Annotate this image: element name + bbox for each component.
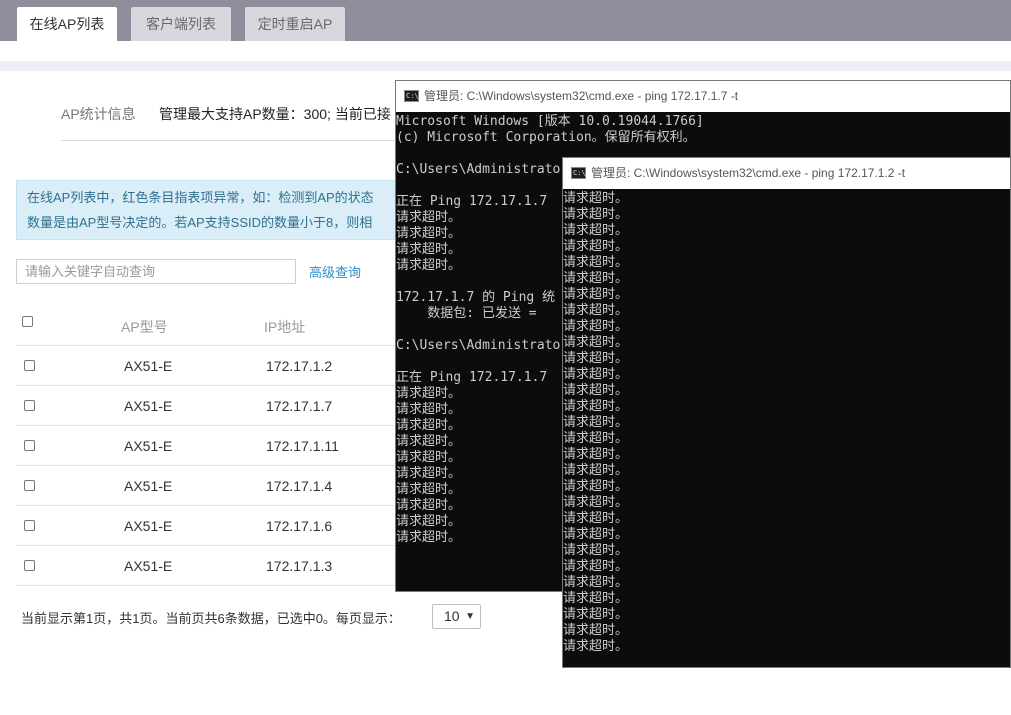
cmd-titlebar[interactable]: C:\ 管理员: C:\Windows\system32\cmd.exe - p… xyxy=(396,81,1010,112)
stats-text: 管理最大支持AP数量：300; 当前已接 xyxy=(159,106,391,122)
cell-ap-model: AX51-E xyxy=(124,438,173,454)
cell-ap-model: AX51-E xyxy=(124,358,173,374)
section-separator xyxy=(0,61,1011,71)
search-input[interactable] xyxy=(16,259,296,284)
notice-line-1: 在线AP列表中，红色条目指表项异常，如：检测到AP的状态 xyxy=(27,190,374,205)
row-divider xyxy=(16,505,396,506)
column-header-ip: IP地址 xyxy=(264,319,306,335)
row-checkbox[interactable] xyxy=(24,560,35,571)
cmd-titlebar[interactable]: C:\ 管理员: C:\Windows\system32\cmd.exe - p… xyxy=(563,158,1010,189)
cell-ip: 172.17.1.6 xyxy=(266,518,333,534)
tab-content-strip xyxy=(0,41,1011,61)
cell-ap-model: AX51-E xyxy=(124,558,173,574)
row-divider xyxy=(16,385,396,386)
cell-ip: 172.17.1.4 xyxy=(266,478,333,494)
cmd-icon: C:\ xyxy=(404,90,419,102)
cmd-window-ping-172-17-1-2[interactable]: C:\ 管理员: C:\Windows\system32\cmd.exe - p… xyxy=(562,157,1011,668)
cmd-title: 管理员: C:\Windows\system32\cmd.exe - ping … xyxy=(424,89,739,103)
row-checkbox[interactable] xyxy=(24,400,35,411)
row-checkbox[interactable] xyxy=(24,440,35,451)
row-checkbox[interactable] xyxy=(24,480,35,491)
tab-bar: 在线AP列表 客户端列表 定时重启AP xyxy=(0,0,1011,41)
page-size-select[interactable]: 10 ▼ xyxy=(432,604,481,629)
cell-ap-model: AX51-E xyxy=(124,518,173,534)
row-checkbox[interactable] xyxy=(24,520,35,531)
cell-ap-model: AX51-E xyxy=(124,478,173,494)
notice-line-2: 数量是由AP型号决定的。若AP支持SSID的数量小于8，则相 xyxy=(27,215,373,230)
cell-ip: 172.17.1.2 xyxy=(266,358,333,374)
tab-client-list[interactable]: 客户端列表 xyxy=(131,7,231,41)
cell-ap-model: AX51-E xyxy=(124,398,173,414)
stats-divider xyxy=(61,140,401,141)
cell-ip: 172.17.1.11 xyxy=(266,438,339,454)
cmd-icon: C:\ xyxy=(571,167,586,179)
page-size-value: 10 xyxy=(444,608,460,624)
advanced-search-link[interactable]: 高级查询 xyxy=(309,262,361,281)
cmd-console-output: 请求超时。 请求超时。 请求超时。 请求超时。 请求超时。 请求超时。 请求超时… xyxy=(563,191,629,654)
cell-ip: 172.17.1.3 xyxy=(266,558,333,574)
row-checkbox[interactable] xyxy=(24,360,35,371)
info-notice: 在线AP列表中，红色条目指表项异常，如：检测到AP的状态 数量是由AP型号决定的… xyxy=(16,180,401,240)
tab-online-ap-list[interactable]: 在线AP列表 xyxy=(17,7,117,41)
stats-label: AP统计信息 xyxy=(61,106,136,122)
column-header-ap-model: AP型号 xyxy=(121,319,168,335)
chevron-down-icon: ▼ xyxy=(465,611,475,622)
select-all-checkbox[interactable] xyxy=(22,316,33,327)
row-divider xyxy=(16,425,396,426)
tab-scheduled-reboot-ap[interactable]: 定时重启AP xyxy=(245,7,345,41)
row-divider xyxy=(16,465,396,466)
pagination-info: 当前显示第1页，共1页。当前页共6条数据，已选中0。每页显示： xyxy=(21,611,401,626)
row-divider xyxy=(16,545,396,546)
row-divider xyxy=(16,585,396,586)
cell-ip: 172.17.1.7 xyxy=(266,398,333,414)
cmd-title: 管理员: C:\Windows\system32\cmd.exe - ping … xyxy=(591,166,906,180)
header-divider xyxy=(16,345,396,346)
